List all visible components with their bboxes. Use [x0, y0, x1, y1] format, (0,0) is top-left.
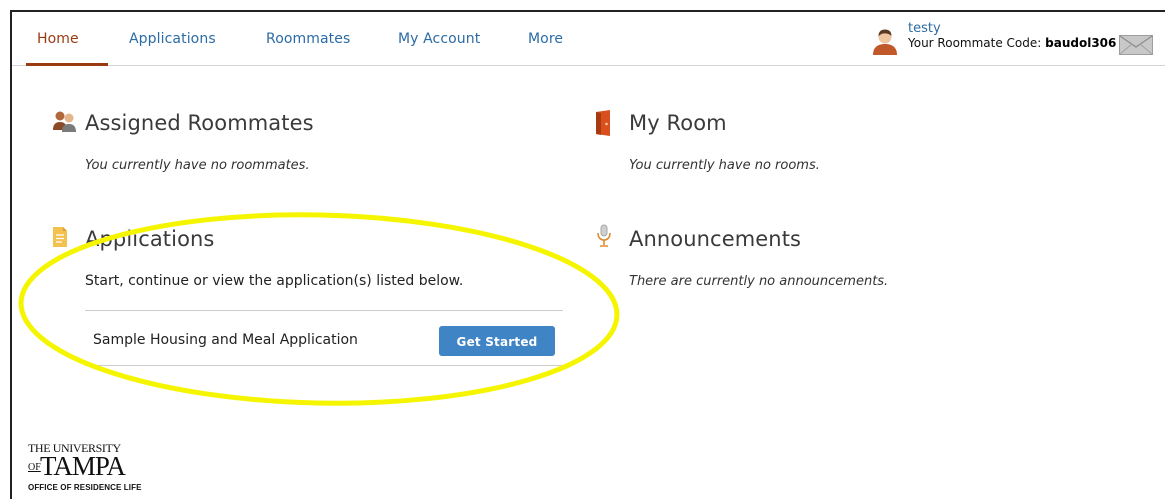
nav-my-account[interactable]: My Account [398, 31, 480, 47]
announcements-title: Announcements [629, 227, 802, 251]
roommate-code: Your Roommate Code: baudol306 [908, 36, 1116, 50]
user-box: testy Your Roommate Code: baudol306 [872, 20, 1155, 60]
roommates-icon [53, 111, 76, 132]
nav-roommates[interactable]: Roommates [266, 31, 350, 47]
divider [85, 310, 563, 311]
divider [85, 365, 563, 366]
nav-home[interactable]: Home [37, 31, 79, 47]
nav-applications[interactable]: Applications [129, 31, 216, 47]
logo-of: OF [28, 462, 41, 473]
microphone-icon [597, 224, 611, 247]
door-icon [596, 110, 610, 136]
my-room-title: My Room [629, 111, 727, 135]
roommate-code-label: Your Roommate Code: [908, 36, 1046, 50]
user-name-link[interactable]: testy [908, 21, 941, 36]
no-roommates-text: You currently have no roommates. [85, 158, 310, 173]
applications-intro: Start, continue or view the application(… [85, 273, 464, 289]
user-avatar-icon [873, 29, 897, 55]
university-logo: THE UNIVERSITY OF TAMPA OFFICE OF RESIDE… [28, 437, 148, 499]
application-name: Sample Housing and Meal Application [93, 332, 358, 348]
document-icon [53, 227, 67, 247]
mail-icon[interactable] [1119, 35, 1153, 55]
active-tab-indicator [26, 63, 108, 66]
roommate-code-value: baudol306 [1045, 36, 1117, 50]
no-announcements-text: There are currently no announcements. [629, 274, 889, 289]
applications-title: Applications [85, 227, 215, 251]
assigned-roommates-title: Assigned Roommates [85, 111, 314, 135]
highlight-ellipse [18, 212, 620, 406]
app-frame: Home Applications Roommates My Account M… [10, 10, 1165, 499]
logo-name: TAMPA [40, 451, 126, 481]
top-nav: Home Applications Roommates My Account M… [12, 12, 1165, 66]
get-started-button[interactable]: Get Started [439, 326, 555, 356]
no-rooms-text: You currently have no rooms. [629, 158, 820, 173]
logo-line3: OFFICE OF RESIDENCE LIFE [28, 483, 142, 492]
nav-more[interactable]: More [528, 31, 563, 47]
